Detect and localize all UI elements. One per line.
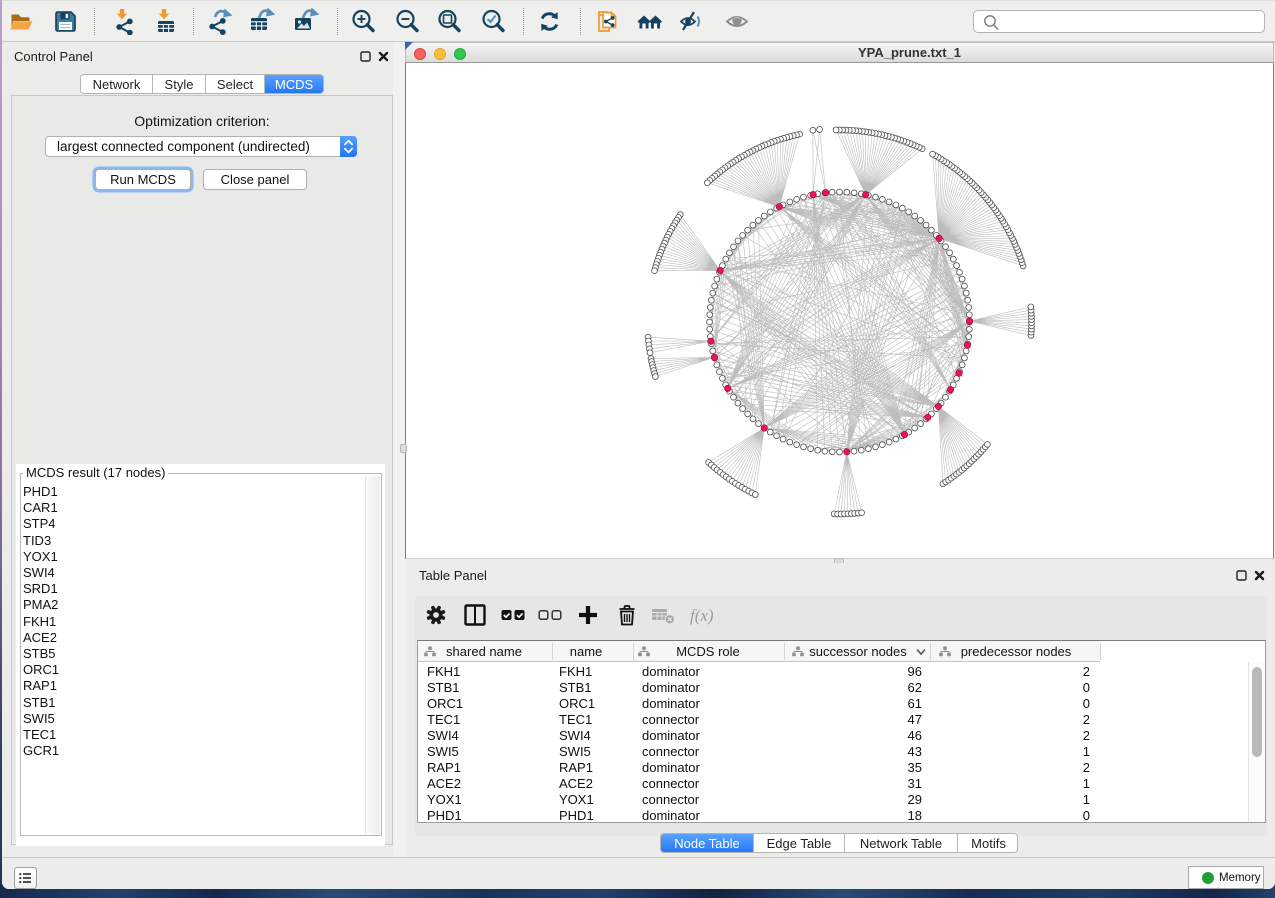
svg-text:f(x): f(x) xyxy=(690,606,714,625)
